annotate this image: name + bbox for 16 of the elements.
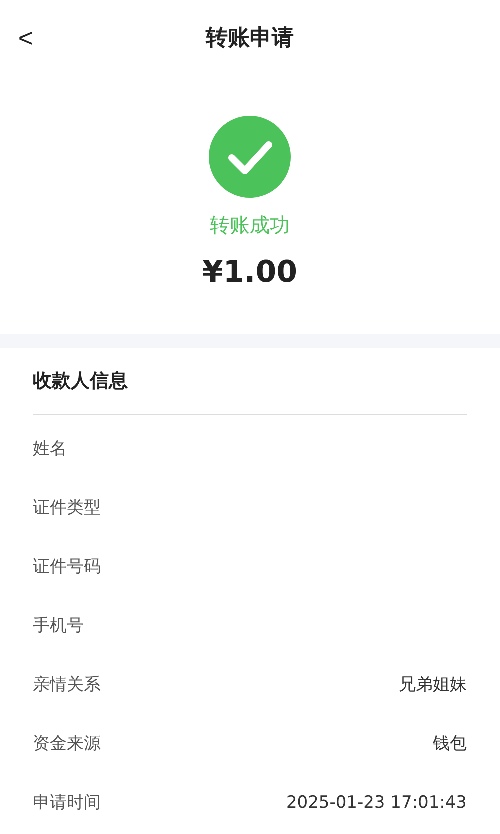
field-label: 姓名 <box>33 438 67 461</box>
amount-text: ¥1.00 <box>202 254 298 292</box>
back-button[interactable]: < <box>14 22 38 54</box>
field-label: 亲情关系 <box>33 674 101 697</box>
field-label: 资金来源 <box>33 732 101 756</box>
field-label: 证件号码 <box>33 556 101 579</box>
status-text: 转账成功 <box>210 212 290 239</box>
field-value: 2025-01-23 17:01:43 <box>286 792 467 815</box>
field-label: 证件类型 <box>33 496 101 520</box>
field-value: 钱包 <box>433 732 467 756</box>
success-check-icon <box>209 116 291 198</box>
field-label: 手机号 <box>33 614 84 638</box>
section-title: 收款人信息 <box>33 348 467 415</box>
page-title: 转账申请 <box>206 24 294 52</box>
field-value: 兄弟姐妹 <box>399 674 467 697</box>
field-label: 申请时间 <box>33 792 101 815</box>
